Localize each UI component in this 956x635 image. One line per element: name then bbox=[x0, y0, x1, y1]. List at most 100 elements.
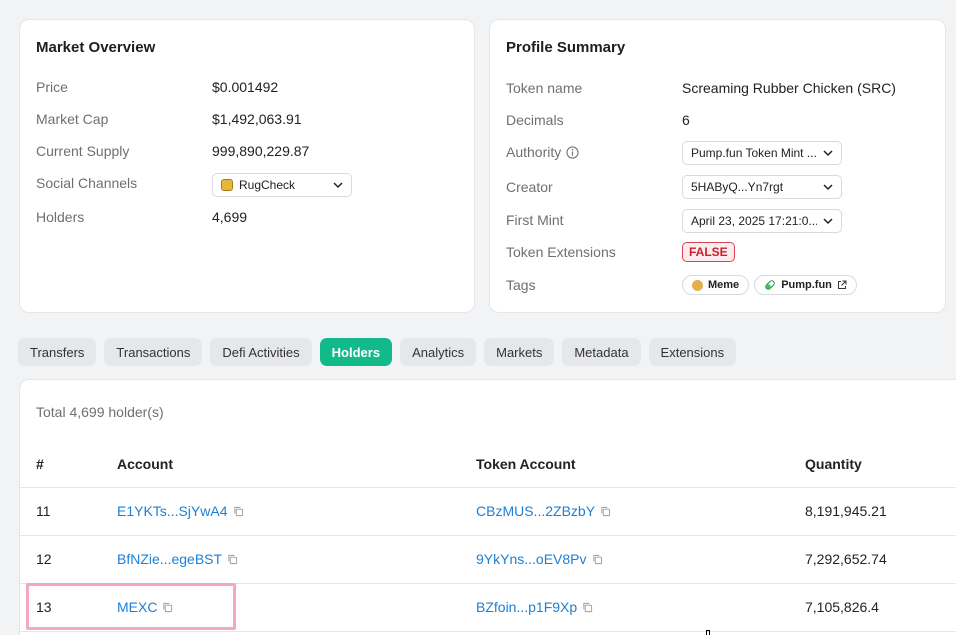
token-name-label: Token name bbox=[506, 80, 583, 96]
quantity-cell: 7,292,652.74 bbox=[805, 551, 887, 567]
table-header: # Account Token Account Quantity bbox=[20, 444, 956, 488]
social-channels-label: Social Channels bbox=[36, 175, 138, 191]
copy-icon[interactable] bbox=[162, 602, 173, 613]
first-mint-select[interactable]: April 23, 2025 17:21:0... bbox=[682, 209, 842, 233]
false-badge: FALSE bbox=[682, 242, 735, 262]
tags-row: Tags Meme Pump.fun bbox=[506, 273, 935, 297]
account-cell: MEXC bbox=[117, 599, 173, 615]
tab-holders[interactable]: Holders bbox=[319, 338, 393, 366]
holders-row: Holders 4,699 bbox=[36, 205, 464, 229]
copy-icon[interactable] bbox=[227, 554, 238, 565]
tab-markets[interactable]: Markets bbox=[484, 338, 555, 366]
tags-label: Tags bbox=[506, 277, 536, 293]
decimals-row: Decimals 6 bbox=[506, 108, 935, 132]
rank-cell: 13 bbox=[36, 599, 52, 615]
token-account-cell: 9YkYns...oEV8Pv bbox=[476, 551, 603, 567]
social-channels-value: RugCheck bbox=[239, 178, 296, 192]
column-token-account: Token Account bbox=[476, 456, 576, 472]
market-cap-row: Market Cap $1,492,063.91 bbox=[36, 107, 464, 131]
token-account-link[interactable]: CBzMUS...2ZBzbY bbox=[476, 503, 595, 519]
market-cap-label: Market Cap bbox=[36, 111, 109, 127]
holders-card: Total 4,699 holder(s) # Account Token Ac… bbox=[19, 379, 956, 635]
social-channels-select[interactable]: RugCheck bbox=[212, 173, 352, 197]
authority-select[interactable]: Pump.fun Token Mint ... bbox=[682, 141, 842, 165]
token-extensions-value: FALSE bbox=[682, 242, 735, 262]
pill-icon bbox=[765, 280, 775, 290]
table-row: 13 MEXC BZfoin...p1F9Xp 7,105,826.4 bbox=[20, 584, 956, 632]
authority-value: Pump.fun Token Mint ... bbox=[691, 146, 817, 160]
mouse-cursor bbox=[706, 630, 710, 635]
tag-pump-fun-label: Pump.fun bbox=[781, 279, 832, 291]
account-cell: BfNZie...egeBST bbox=[117, 551, 238, 567]
holders-label: Holders bbox=[36, 209, 85, 225]
market-cap-value: $1,492,063.91 bbox=[212, 111, 302, 127]
copy-icon[interactable] bbox=[233, 506, 244, 517]
tab-metadata[interactable]: Metadata bbox=[562, 338, 641, 366]
first-mint-row: First Mint April 23, 2025 17:21:0... bbox=[506, 208, 935, 233]
creator-value: 5HAByQ...Yn7rgt bbox=[691, 180, 784, 194]
authority-label-text: Authority bbox=[506, 144, 562, 160]
first-mint-label: First Mint bbox=[506, 212, 564, 228]
chevron-down-icon bbox=[823, 218, 833, 225]
tab-extensions[interactable]: Extensions bbox=[648, 338, 737, 366]
profile-summary-card: Profile Summary Token name Screaming Rub… bbox=[489, 19, 946, 313]
token-tabs: Transfers Transactions Defi Activities H… bbox=[18, 338, 737, 366]
decimals-label: Decimals bbox=[506, 112, 564, 128]
token-extensions-label: Token Extensions bbox=[506, 244, 616, 260]
token-name-value: Screaming Rubber Chicken (SRC) bbox=[682, 80, 896, 96]
copy-icon[interactable] bbox=[600, 506, 611, 517]
holders-value: 4,699 bbox=[212, 209, 248, 225]
current-supply-label: Current Supply bbox=[36, 143, 130, 159]
price-label: Price bbox=[36, 79, 68, 95]
column-account: Account bbox=[117, 456, 173, 472]
authority-row: Authority Pump.fun Token Mint ... bbox=[506, 140, 935, 165]
creator-row: Creator 5HAByQ...Yn7rgt bbox=[506, 175, 935, 199]
table-row: 12 BfNZie...egeBST 9YkYns...oEV8Pv 7,292… bbox=[20, 536, 956, 584]
first-mint-value: April 23, 2025 17:21:0... bbox=[691, 214, 817, 228]
token-account-cell: BZfoin...p1F9Xp bbox=[476, 599, 593, 615]
tag-meme[interactable]: Meme bbox=[682, 275, 750, 295]
creator-select[interactable]: 5HAByQ...Yn7rgt bbox=[682, 175, 842, 199]
rugcheck-icon bbox=[221, 179, 233, 191]
column-rank: # bbox=[36, 456, 44, 472]
price-value: $0.001492 bbox=[212, 79, 279, 95]
tags-list: Meme Pump.fun bbox=[682, 275, 862, 295]
rank-cell: 11 bbox=[36, 503, 51, 519]
current-supply-value: 999,890,229.87 bbox=[212, 143, 310, 159]
copy-icon[interactable] bbox=[592, 554, 603, 565]
account-cell: E1YKTs...SjYwA4 bbox=[117, 503, 244, 519]
market-overview-card: Market Overview Price $0.001492 Market C… bbox=[19, 19, 475, 313]
current-supply-row: Current Supply 999,890,229.87 bbox=[36, 139, 464, 163]
chevron-down-icon bbox=[333, 182, 343, 189]
token-name-row: Token name Screaming Rubber Chicken (SRC… bbox=[506, 76, 935, 100]
quantity-cell: 8,191,945.21 bbox=[805, 503, 887, 519]
creator-label: Creator bbox=[506, 179, 553, 195]
quantity-cell: 7,105,826.4 bbox=[805, 599, 879, 615]
profile-summary-title: Profile Summary bbox=[506, 39, 626, 56]
social-channels-row: Social Channels RugCheck bbox=[36, 171, 464, 197]
external-link-icon bbox=[837, 280, 847, 289]
column-quantity: Quantity bbox=[805, 456, 862, 472]
chevron-down-icon bbox=[823, 184, 833, 191]
total-holders-text: Total 4,699 holder(s) bbox=[36, 404, 164, 420]
tag-pump-fun[interactable]: Pump.fun bbox=[754, 275, 857, 295]
authority-label: Authority bbox=[506, 144, 579, 160]
token-account-link[interactable]: 9YkYns...oEV8Pv bbox=[476, 551, 587, 567]
copy-icon[interactable] bbox=[582, 602, 593, 613]
decimals-value: 6 bbox=[682, 112, 690, 128]
account-link[interactable]: E1YKTs...SjYwA4 bbox=[117, 503, 228, 519]
tag-meme-label: Meme bbox=[708, 279, 740, 291]
doge-icon bbox=[692, 279, 703, 291]
account-link[interactable]: BfNZie...egeBST bbox=[117, 551, 222, 567]
tab-transfers[interactable]: Transfers bbox=[18, 338, 97, 366]
price-row: Price $0.001492 bbox=[36, 75, 464, 99]
account-link[interactable]: MEXC bbox=[117, 599, 157, 615]
market-overview-title: Market Overview bbox=[36, 39, 156, 56]
info-icon[interactable] bbox=[566, 145, 579, 159]
tab-analytics[interactable]: Analytics bbox=[400, 338, 477, 366]
rank-cell: 12 bbox=[36, 551, 52, 567]
tab-defi-activities[interactable]: Defi Activities bbox=[210, 338, 312, 366]
token-account-cell: CBzMUS...2ZBzbY bbox=[476, 503, 611, 519]
tab-transactions[interactable]: Transactions bbox=[104, 338, 203, 366]
token-account-link[interactable]: BZfoin...p1F9Xp bbox=[476, 599, 577, 615]
